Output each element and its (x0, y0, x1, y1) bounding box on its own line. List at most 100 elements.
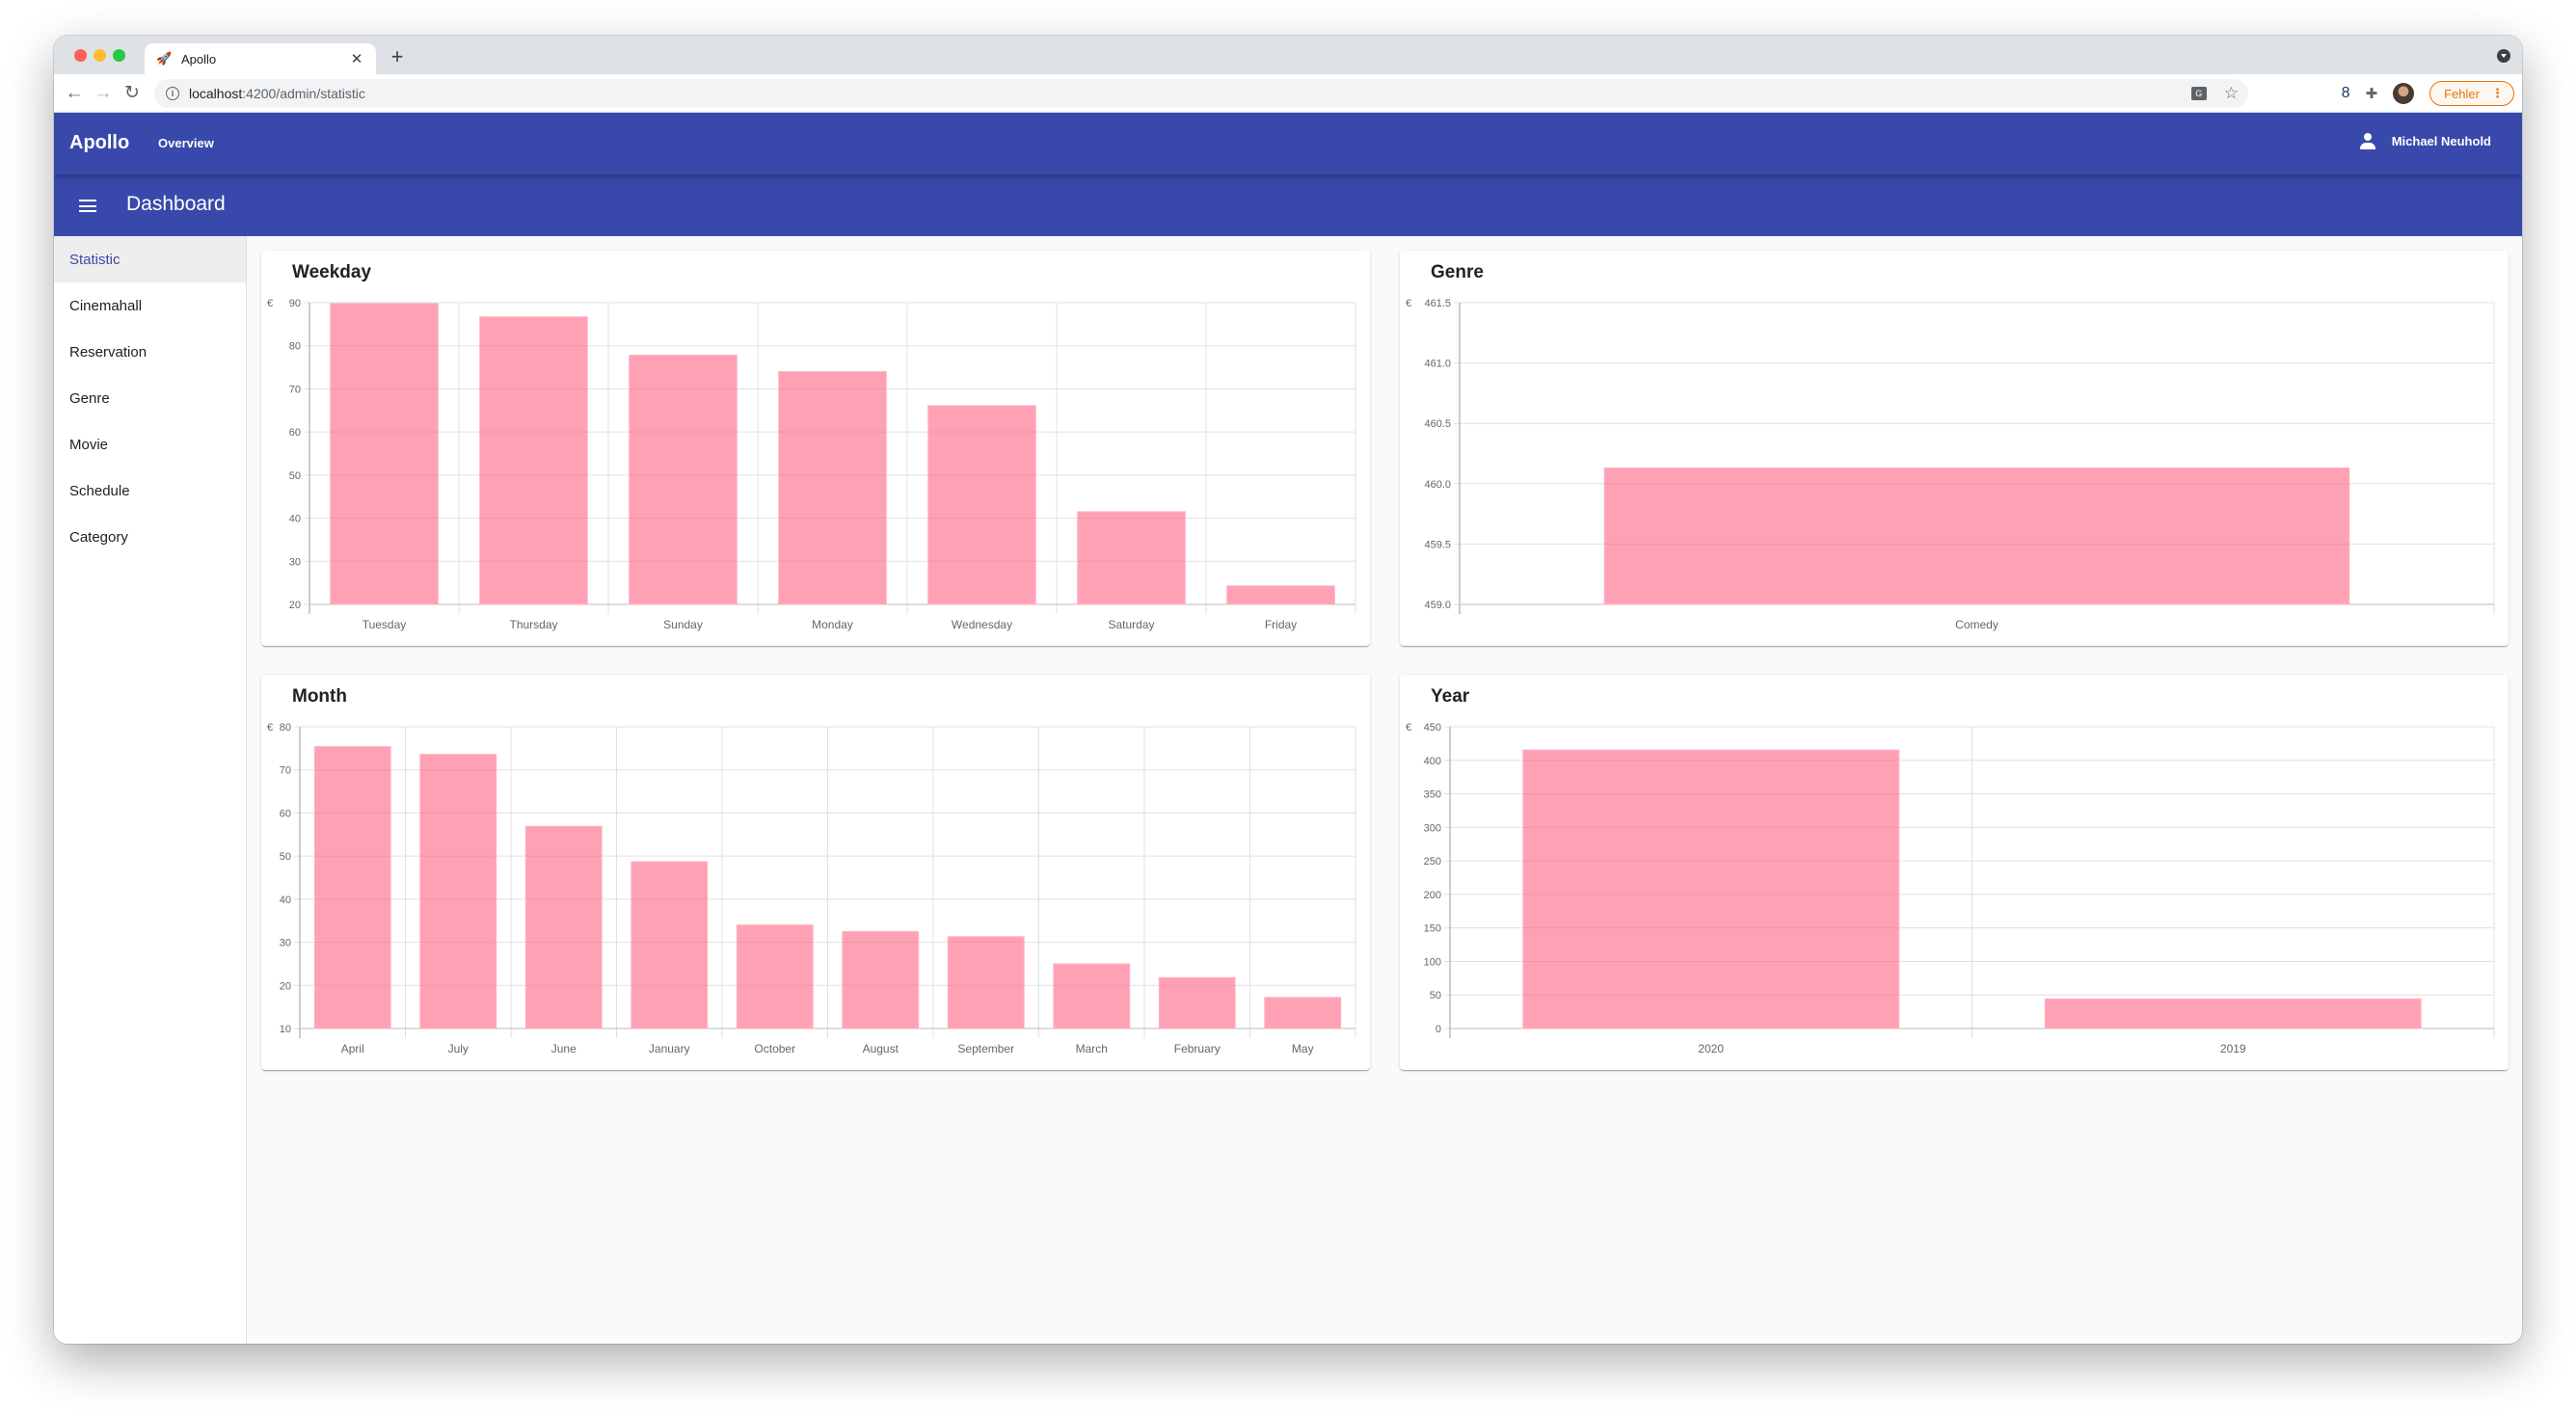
x-tick-label: January (649, 1042, 690, 1055)
y-tick-label: 20 (289, 600, 301, 611)
x-tick-label: Friday (1265, 618, 1297, 631)
y-tick-label: 461.5 (1424, 298, 1451, 309)
sidebar-item-genre[interactable]: Genre (54, 375, 246, 421)
x-tick-label: Tuesday (362, 618, 407, 631)
y-tick-label: 50 (289, 470, 301, 482)
genre-chart: 459.0 459.5 460.0 460.5 461.0 461.5 € Comedy (1406, 298, 2495, 631)
nav-overview-link[interactable]: Overview (158, 136, 214, 150)
person-icon (2359, 132, 2376, 149)
reload-icon[interactable]: ↻ (118, 79, 147, 108)
kebab-menu-icon: ⋮ (2491, 86, 2504, 100)
month-chart-card: Month 10 20 30 40 50 60 70 80 € April July June Janu… (261, 675, 1370, 1070)
bar-may[interactable] (1264, 997, 1342, 1029)
y-tick-label: 0 (1436, 1024, 1441, 1035)
extension-icon[interactable]: 8 (2342, 85, 2350, 102)
y-axis-unit-label: € (1406, 722, 1411, 734)
y-tick-label: 60 (280, 808, 291, 819)
new-tab-button[interactable]: + (386, 44, 409, 69)
x-tick-label: Wednesday (952, 618, 1012, 631)
bar-july[interactable] (419, 754, 497, 1029)
bar-august[interactable] (842, 930, 920, 1029)
dashboard-toolbar: Dashboard (54, 174, 2522, 236)
translate-icon[interactable]: G (2190, 86, 2207, 100)
y-tick-label: 200 (1424, 890, 1441, 901)
x-tick-label: 2020 (1698, 1042, 1724, 1055)
x-tick-label: Comedy (1955, 618, 1999, 631)
x-tick-label: October (754, 1042, 795, 1055)
url-text[interactable]: localhost:4200/admin/statistic (189, 86, 365, 101)
info-icon[interactable]: i (166, 86, 179, 100)
year-chart: 0 50 100 150 200 250 300 350 400 450 €2020 2019 (1406, 722, 2495, 1055)
maximize-window-button[interactable] (113, 49, 125, 62)
x-tick-label: March (1076, 1042, 1108, 1055)
bar-january[interactable] (631, 861, 709, 1029)
y-axis-unit-label: € (1406, 298, 1411, 309)
close-tab-icon[interactable]: ✕ (349, 50, 364, 67)
x-tick-label: Thursday (509, 618, 557, 631)
bar-2019[interactable] (2044, 998, 2422, 1029)
y-tick-label: 70 (289, 384, 301, 395)
x-tick-label: 2019 (2220, 1042, 2246, 1055)
y-tick-label: 40 (289, 514, 301, 525)
y-tick-label: 460.0 (1424, 479, 1451, 491)
minimize-window-button[interactable] (94, 49, 106, 62)
x-tick-label: April (341, 1042, 364, 1055)
y-tick-label: 80 (289, 341, 301, 353)
bar-wednesday[interactable] (927, 405, 1036, 605)
sidebar-item-movie[interactable]: Movie (54, 421, 246, 468)
sidebar-item-cinemahall[interactable]: Cinemahall (54, 282, 246, 329)
y-tick-label: 461.0 (1424, 359, 1451, 370)
error-chip-button[interactable]: Fehler ⋮ (2429, 81, 2514, 106)
bar-monday[interactable] (778, 371, 887, 605)
bar-march[interactable] (1053, 963, 1131, 1029)
x-tick-label: Sunday (663, 618, 703, 631)
y-tick-label: 60 (289, 427, 301, 439)
sidebar-item-statistic[interactable]: Statistic (54, 236, 246, 282)
tab-search-icon[interactable] (2497, 49, 2510, 63)
x-tick-label: July (448, 1042, 469, 1055)
sidebar-item-reservation[interactable]: Reservation (54, 329, 246, 375)
y-axis-unit-label: € (267, 722, 273, 734)
bar-october[interactable] (736, 924, 814, 1029)
bar-2020[interactable] (1522, 749, 1900, 1029)
y-tick-label: 300 (1424, 822, 1441, 834)
month-chart: 10 20 30 40 50 60 70 80 € April July June January Oct… (267, 722, 1356, 1055)
y-tick-label: 459.0 (1424, 600, 1451, 611)
y-tick-label: 450 (1424, 722, 1441, 734)
back-arrow-icon[interactable]: ← (60, 79, 89, 108)
forward-arrow-icon[interactable]: → (89, 79, 118, 108)
y-tick-label: 50 (1430, 990, 1441, 1002)
y-axis-unit-label: € (267, 298, 273, 309)
x-tick-label: May (1292, 1042, 1314, 1055)
bar-comedy[interactable] (1603, 468, 2350, 605)
y-tick-label: 30 (280, 938, 291, 949)
y-tick-label: 70 (280, 765, 291, 777)
bar-february[interactable] (1158, 976, 1236, 1029)
hamburger-menu-icon[interactable] (79, 200, 96, 212)
top-app-bar: Apollo Overview Michael Neuhold (54, 113, 2522, 174)
address-bar[interactable]: i localhost:4200/admin/statistic G ☆ (154, 78, 2248, 108)
user-menu[interactable]: Michael Neuhold (2359, 132, 2491, 149)
sidebar-item-category[interactable]: Category (54, 514, 246, 560)
browser-tab[interactable]: 🚀 Apollo ✕ (145, 43, 376, 74)
bar-april[interactable] (313, 746, 391, 1029)
sidebar-item-schedule[interactable]: Schedule (54, 468, 246, 514)
bar-friday[interactable] (1226, 585, 1335, 605)
close-window-button[interactable] (74, 49, 87, 62)
sidebar: Statistic Cinemahall Reservation Genre M… (54, 236, 247, 1344)
weekday-chart: 20 30 40 50 60 70 80 90 € Tuesday Thursday Sunday Mo… (267, 298, 1356, 631)
puzzle-icon[interactable]: ✚ (2366, 85, 2378, 102)
y-tick-label: 100 (1424, 956, 1441, 968)
bar-june[interactable] (524, 825, 603, 1029)
bar-september[interactable] (947, 936, 1025, 1029)
brand-logo[interactable]: Apollo (69, 132, 129, 154)
bar-saturday[interactable] (1077, 511, 1186, 605)
star-icon[interactable]: ☆ (2224, 84, 2239, 103)
y-tick-label: 459.5 (1424, 539, 1451, 550)
bar-sunday[interactable] (629, 355, 738, 605)
page-title: Dashboard (126, 193, 226, 215)
y-tick-label: 350 (1424, 789, 1441, 801)
bar-thursday[interactable] (479, 316, 588, 605)
bar-tuesday[interactable] (330, 303, 439, 605)
profile-avatar[interactable] (2393, 83, 2415, 104)
